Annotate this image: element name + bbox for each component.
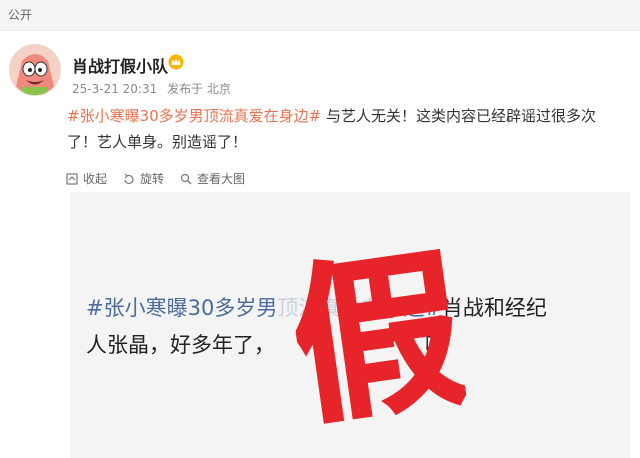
image-actions: 收起 旋转 查看大图 [66,170,245,187]
avatar[interactable] [9,44,61,96]
rotate-icon [124,173,134,184]
visibility-label: 公开 [8,8,33,22]
stamp-char: 假 [283,230,469,438]
magnify-icon [180,173,192,184]
post-hashtag[interactable]: #张小寒曝30多岁男顶流真爱在身边# [67,107,321,125]
avatar-image [10,45,60,95]
image-hashtag: #张小寒曝30多岁男 [86,296,278,320]
image-line2-start: 人张晶，好多年了， [86,333,275,357]
crown-badge-icon [168,54,184,70]
view-large-label: 查看大图 [197,172,246,186]
view-large-button[interactable]: 查看大图 [180,170,245,187]
post-text: #张小寒曝30多岁男顶流真爱在身边# 与艺人无关！这类内容已经辟谣过很多次了！艺… [67,103,623,155]
rotate-label: 旋转 [140,172,165,186]
collapse-button[interactable]: 收起 [66,170,107,187]
collapse-icon [66,172,78,185]
post-source: 发布于 北京 [167,82,231,96]
collapse-label: 收起 [83,172,108,186]
post-meta: 25-3-21 20:31 发布于 北京 [72,80,231,97]
top-bar: 公开 [0,0,640,31]
rotate-button[interactable]: 旋转 [123,170,164,187]
image-line1-end: 肖战和经纪 [441,296,547,320]
post-time[interactable]: 25-3-21 20:31 [72,82,157,96]
fake-stamp-icon: 假 [283,229,469,439]
author-name[interactable]: 肖战打假小队 [72,53,168,77]
